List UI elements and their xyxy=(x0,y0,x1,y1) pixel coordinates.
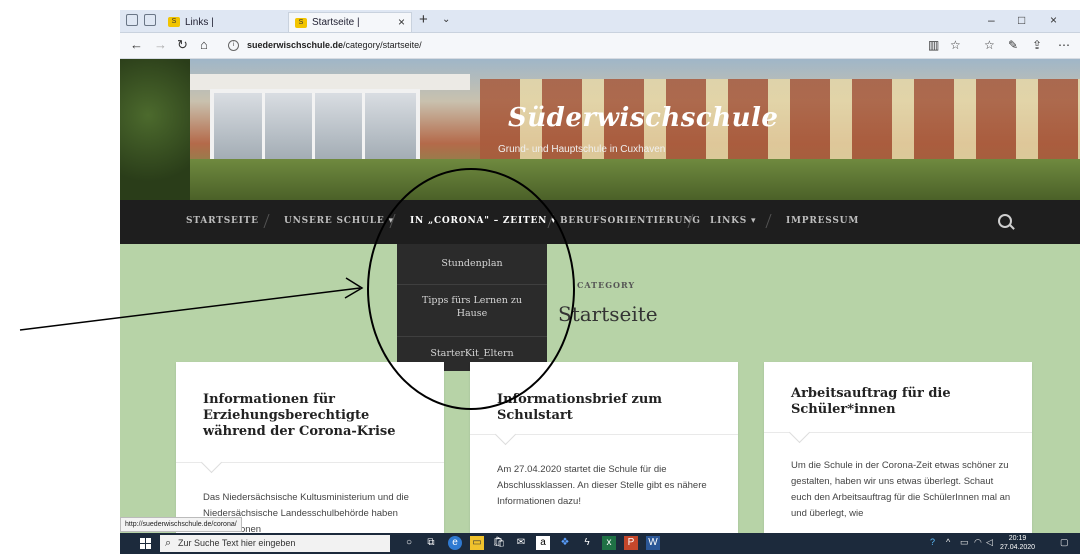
dropdown-divider xyxy=(397,284,547,285)
header-image[interactable]: Süderwischschule Grund- und Hauptschule … xyxy=(120,59,1080,200)
edge-icon[interactable]: e xyxy=(448,536,462,550)
help-icon[interactable]: ? xyxy=(930,537,935,547)
hedge xyxy=(180,159,1080,200)
entrance-roof xyxy=(180,74,470,90)
home-icon[interactable]: ⌂ xyxy=(200,37,208,52)
word-icon[interactable]: W xyxy=(646,536,660,550)
site-title[interactable]: Süderwischschule xyxy=(508,103,778,133)
nav-item-berufsorientierung[interactable]: BERUFSORIENTIERUNG xyxy=(560,216,701,226)
dropdown-item-starterkit[interactable]: StarterKit_Eltern xyxy=(397,348,547,359)
post-excerpt: Um die Schule in der Corona-Zeit etwas s… xyxy=(791,460,1011,519)
powerpoint-icon[interactable]: P xyxy=(624,536,638,550)
notification-icon[interactable]: ▢ xyxy=(1060,537,1069,548)
tab-preview-icon[interactable] xyxy=(144,14,156,26)
tab-links[interactable]: S Links | xyxy=(162,12,282,32)
excel-icon[interactable]: x xyxy=(602,536,616,550)
pen-icon[interactable]: ✎ xyxy=(1008,38,1018,52)
reading-view-icon[interactable]: ▥ xyxy=(928,38,939,52)
card-notch xyxy=(494,423,517,446)
url-host: suederwischschule.de xyxy=(247,40,344,50)
amazon-icon[interactable]: a xyxy=(536,536,550,550)
tree xyxy=(120,59,190,200)
tab-actions-icon[interactable] xyxy=(126,14,138,26)
post-title[interactable]: Informationsbrief zum Schulstart xyxy=(497,392,727,424)
battery-icon[interactable]: ▭ xyxy=(960,537,969,548)
site-tagline: Grund- und Hauptschule in Cuxhaven xyxy=(498,144,666,155)
nav-item-corona-zeiten[interactable]: IN „CORONA" – ZEITEN ▾ xyxy=(410,216,556,226)
cortana-icon[interactable]: ○ xyxy=(402,536,416,550)
wifi-icon[interactable]: ◠ xyxy=(974,537,982,548)
nav-item-impressum[interactable]: IMPRESSUM xyxy=(786,216,859,226)
category-label: CATEGORY xyxy=(577,280,636,290)
refresh-icon[interactable]: ↻ xyxy=(177,37,188,53)
status-url: http://suederwischschule.de/corona/ xyxy=(120,517,242,532)
card-notch xyxy=(200,451,223,474)
url-field[interactable]: i suederwischschule.de /category/startse… xyxy=(228,37,1008,53)
main-navigation: STARTSEITE UNSERE SCHULE ▾ IN „CORONA" –… xyxy=(120,200,1080,244)
nav-item-unsere-schule[interactable]: UNSERE SCHULE ▾ xyxy=(284,216,394,226)
nav-item-links[interactable]: LINKS ▾ xyxy=(710,216,756,226)
store-icon[interactable]: 🛍 xyxy=(492,536,506,550)
flash-icon[interactable]: ϟ xyxy=(580,536,594,550)
dropdown-divider xyxy=(397,336,547,337)
tab-startseite[interactable]: S Startseite | × xyxy=(288,12,412,32)
maximize-button[interactable]: □ xyxy=(1018,13,1025,27)
close-window-button[interactable]: × xyxy=(1050,13,1057,27)
card-notch xyxy=(788,421,811,444)
school-favicon-icon: S xyxy=(168,17,180,27)
forward-arrow-icon[interactable]: → xyxy=(154,37,167,52)
favorite-star-icon[interactable]: ☆ xyxy=(950,38,961,52)
nav-separator xyxy=(765,214,772,228)
dropdown-item-tipps[interactable]: Tipps fürs Lernen zu Hause xyxy=(397,294,547,320)
dropdown-item-stundenplan[interactable]: Stundenplan xyxy=(397,258,547,269)
favorites-list-icon[interactable]: ☆ xyxy=(984,38,995,52)
address-bar: ← → ↻ ⌂ i suederwischschule.de /category… xyxy=(120,33,1080,59)
taskbar-search-input[interactable]: Zur Suche Text hier eingeben xyxy=(160,535,390,552)
explorer-icon[interactable]: ▭ xyxy=(470,536,484,550)
post-title[interactable]: Informationen für Erziehungsberechtigte … xyxy=(203,392,433,440)
post-card: Informationsbrief zum Schulstart Am 27.0… xyxy=(470,362,738,554)
nav-item-startseite[interactable]: STARTSEITE xyxy=(186,216,259,226)
dropbox-icon[interactable]: ❖ xyxy=(558,536,572,550)
new-tab-button[interactable]: + xyxy=(419,11,428,28)
more-icon[interactable]: ⋯ xyxy=(1058,38,1070,52)
minimize-button[interactable]: – xyxy=(988,13,995,27)
search-icon[interactable] xyxy=(998,214,1012,228)
page-title: Startseite xyxy=(558,302,658,326)
post-title[interactable]: Arbeitsauftrag für die Schüler*innen xyxy=(791,386,1021,418)
windows-start-icon[interactable] xyxy=(140,538,151,549)
taskbar-clock[interactable]: 20:19 27.04.2020 xyxy=(1000,534,1035,552)
corona-dropdown-menu: Stundenplan Tipps fürs Lernen zu Hause S… xyxy=(397,244,547,371)
tab-bar: S Links | S Startseite | × + ⌄ – □ × xyxy=(120,10,1080,33)
info-icon[interactable]: i xyxy=(228,39,239,51)
tab-label: Links | xyxy=(185,16,214,28)
tray-chevron-icon[interactable]: ^ xyxy=(946,537,950,547)
volume-icon[interactable]: ◁ xyxy=(986,537,993,548)
clock-date: 27.04.2020 xyxy=(1000,544,1036,551)
url-path: /category/startseite/ xyxy=(343,40,422,50)
tab-label: Startseite | xyxy=(312,17,360,28)
windows-taskbar: Zur Suche Text hier eingeben ○ ⧉ e ▭ 🛍 ✉… xyxy=(120,533,1080,554)
close-icon[interactable]: × xyxy=(398,15,405,29)
mail-icon[interactable]: ✉ xyxy=(514,536,528,550)
nav-separator xyxy=(263,214,270,228)
share-icon[interactable]: ⇪ xyxy=(1032,38,1042,52)
post-card: Arbeitsauftrag für die Schüler*innen Um … xyxy=(764,362,1032,554)
task-view-icon[interactable]: ⧉ xyxy=(424,536,438,550)
post-excerpt: Am 27.04.2020 startet die Schule für die… xyxy=(497,464,707,507)
clock-time: 20:19 xyxy=(1008,535,1027,542)
back-arrow-icon[interactable]: ← xyxy=(130,37,143,52)
browser-window: S Links | S Startseite | × + ⌄ – □ × ← →… xyxy=(120,10,1080,554)
school-favicon-icon: S xyxy=(295,17,307,28)
chevron-down-icon[interactable]: ⌄ xyxy=(442,14,450,25)
